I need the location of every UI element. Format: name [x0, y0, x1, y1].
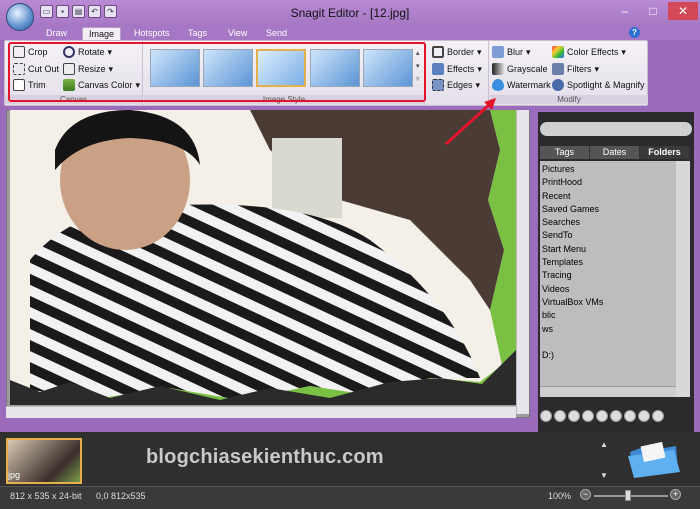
folder-item[interactable]: Tracing: [542, 269, 674, 282]
zoom-level: 100%: [548, 491, 572, 501]
tray-navigation: ▲ ▼: [598, 440, 610, 480]
water-drop-icon: [492, 79, 504, 91]
annotation-arrow: [444, 98, 496, 146]
check-icon[interactable]: [638, 410, 650, 422]
folder-item[interactable]: VirtualBox VMs: [542, 296, 674, 309]
border-button[interactable]: Border ▾: [432, 45, 482, 59]
filter-icon[interactable]: [540, 410, 552, 422]
clock-icon[interactable]: [624, 410, 636, 422]
site-watermark: blogchiasekienthuc.com: [146, 446, 384, 468]
tab-draw[interactable]: Draw: [40, 27, 73, 40]
video-icon[interactable]: [596, 410, 608, 422]
folder-list-scrollbar[interactable]: [676, 161, 690, 397]
effects-icon: [432, 63, 444, 75]
zoom-slider-track[interactable]: [594, 495, 668, 497]
library-toolbar: [540, 410, 690, 424]
watermark-label: Watermark: [507, 80, 551, 90]
blur-icon: [492, 46, 504, 58]
highlight-box: [8, 42, 426, 102]
arrow-down-icon[interactable]: ▼: [598, 471, 610, 480]
star-icon[interactable]: [652, 410, 664, 422]
folder-item[interactable]: ws: [542, 323, 674, 336]
folder-list: Pictures PrintHood Recent Saved Games Se…: [540, 161, 676, 397]
tab-view[interactable]: View: [222, 27, 253, 40]
modify-group: Blur ▾ Grayscale Watermark Color Effects ▾…: [490, 41, 648, 105]
help-icon[interactable]: ?: [629, 27, 640, 38]
color-effects-label: Color Effects: [567, 47, 619, 57]
chevron-down-icon: ▾: [594, 64, 600, 74]
canvas-horizontal-scrollbar[interactable]: [6, 406, 516, 418]
filters-label: Filters: [567, 64, 592, 74]
window-title: Snagit Editor - [12.jpg]: [290, 6, 410, 20]
spotlight-icon: [552, 79, 564, 91]
folder-item[interactable]: Pictures: [542, 164, 575, 174]
zoom-out-button[interactable]: −: [580, 489, 591, 500]
grayscale-label: Grayscale: [507, 64, 548, 74]
zoom-slider-thumb[interactable]: [625, 490, 631, 501]
zoom-in-button[interactable]: +: [670, 489, 681, 500]
tab-image[interactable]: Image: [82, 27, 122, 40]
filters-button[interactable]: Filters ▾: [552, 62, 599, 76]
camera-icon[interactable]: [582, 410, 594, 422]
blur-label: Blur: [507, 47, 524, 57]
border-label: Border: [447, 47, 475, 57]
folder-item[interactable]: Start Menu: [542, 243, 674, 256]
tab-tags[interactable]: Tags: [182, 27, 213, 40]
library-search-input[interactable]: [540, 122, 692, 136]
chevron-down-icon: ▾: [621, 47, 626, 57]
minimize-button[interactable]: –: [612, 2, 638, 20]
canvas-vertical-scrollbar[interactable]: [516, 110, 529, 414]
folder-item[interactable]: Searches: [542, 216, 674, 229]
edges-label: Edges: [447, 80, 473, 90]
effects-label: Effects: [447, 64, 475, 74]
grayscale-icon: [492, 63, 504, 75]
tab-dates[interactable]: Dates: [590, 146, 640, 159]
image-info: 812 x 535 x 24-bit: [10, 491, 82, 501]
grayscale-button[interactable]: Grayscale: [492, 62, 548, 76]
tab-send[interactable]: Send: [260, 27, 293, 40]
cursor-coords: 0,0 812x535: [96, 491, 146, 501]
folder-icon[interactable]: [624, 440, 682, 480]
library-tabs: Tags Dates Folders: [540, 146, 690, 159]
tab-hotspots[interactable]: Hotspots: [128, 27, 176, 40]
close-button[interactable]: ✕: [668, 2, 698, 20]
folder-item[interactable]: blic: [542, 309, 674, 322]
folder-item[interactable]: [542, 336, 674, 349]
blur-button[interactable]: Blur ▾: [492, 45, 531, 59]
tab-folders[interactable]: Folders: [640, 146, 690, 159]
app-menu-orb[interactable]: [6, 3, 34, 31]
flag-icon[interactable]: [568, 410, 580, 422]
chevron-down-icon: ▾: [477, 47, 482, 57]
folder-item[interactable]: PrintHood: [542, 176, 674, 189]
folder-item[interactable]: Templates: [542, 256, 674, 269]
color-effects-icon: [552, 46, 564, 58]
arrow-up-icon[interactable]: ▲: [598, 440, 610, 449]
folder-item[interactable]: D:): [542, 349, 674, 362]
folder-list-hscrollbar[interactable]: [540, 386, 676, 397]
filters-icon: [552, 63, 564, 75]
modify-group-label: Modify: [490, 95, 648, 104]
watermark-button[interactable]: Watermark: [492, 78, 551, 92]
effects-button[interactable]: Effects ▾: [432, 62, 482, 76]
folder-item[interactable]: Saved Games: [542, 203, 674, 216]
folder-item[interactable]: SendTo: [542, 229, 674, 242]
folder-item[interactable]: Videos: [542, 283, 674, 296]
color-effects-button[interactable]: Color Effects ▾: [552, 45, 626, 59]
spotlight-magnify-label: Spotlight & Magnify: [567, 80, 645, 90]
edges-button[interactable]: Edges ▾: [432, 78, 480, 92]
tag-icon[interactable]: [554, 410, 566, 422]
tab-tags-panel[interactable]: Tags: [540, 146, 590, 159]
chevron-down-icon: ▾: [477, 64, 482, 74]
chevron-down-icon: ▾: [526, 47, 531, 57]
border-icon: [432, 46, 444, 58]
maximize-button[interactable]: □: [640, 2, 666, 20]
folder-item[interactable]: Recent: [542, 190, 674, 203]
thumbnail-file-type: jpg: [8, 470, 21, 480]
edges-icon: [432, 79, 444, 91]
spotlight-magnify-button[interactable]: Spotlight & Magnify: [552, 78, 645, 92]
chevron-down-icon: ▾: [475, 80, 481, 90]
photo-content: [10, 110, 516, 405]
edited-image[interactable]: [10, 110, 516, 405]
web-icon[interactable]: [610, 410, 622, 422]
